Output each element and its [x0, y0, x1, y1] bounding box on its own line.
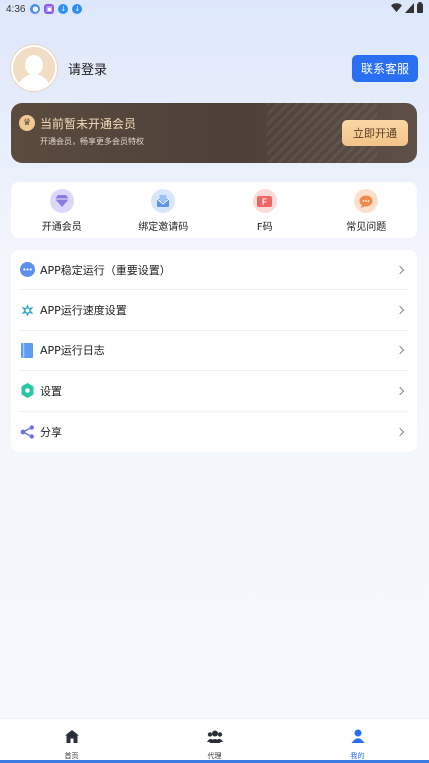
quick-item-faq[interactable]: 常见问题 [316, 182, 418, 238]
chevron-right-icon [395, 346, 405, 355]
diamond-icon [49, 189, 74, 213]
share-icon [19, 424, 35, 440]
log-book-icon [19, 342, 35, 358]
question-icon [354, 189, 379, 213]
menu-label: 设置 [40, 384, 62, 398]
svg-text:F: F [262, 197, 267, 206]
nav-tab-home[interactable]: 首页 [0, 719, 143, 763]
group-icon [206, 728, 223, 747]
menu-item-settings[interactable]: 设置 [19, 371, 407, 412]
speed-icon [19, 302, 35, 318]
signal-icon [405, 2, 414, 16]
download-icon: ↓ [72, 4, 83, 14]
ticket-icon: F [252, 189, 277, 213]
chevron-right-icon [395, 427, 405, 436]
open-vip-button[interactable]: 立即开通 [342, 120, 408, 146]
avatar[interactable] [11, 45, 57, 91]
envelope-icon [151, 189, 176, 213]
settings-icon [19, 383, 35, 399]
menu-item-log[interactable]: APP运行日志 [19, 331, 407, 372]
menu-item-stable-run[interactable]: APP稳定运行（重要设置） [19, 250, 407, 291]
download-icon: ↓ [58, 4, 69, 14]
chevron-right-icon [395, 386, 405, 396]
home-icon [64, 728, 79, 747]
menu-label: APP运行速度设置 [40, 304, 127, 318]
notification-icon: ● [30, 4, 41, 14]
dots-icon [19, 262, 35, 278]
status-right-icons [391, 2, 423, 16]
status-time: 4:36 [6, 3, 26, 15]
quick-actions: 开通会员 绑定邀请码 F F码 常见问题 [11, 182, 417, 238]
avatar-shoulders [18, 74, 50, 89]
menu-label: 分享 [40, 425, 62, 439]
chevron-right-icon [395, 305, 405, 315]
avatar-head [25, 55, 43, 75]
quick-label: 常见问题 [346, 222, 387, 233]
nav-tab-agent[interactable]: 代理 [143, 719, 286, 763]
calendar-icon: ▣ [44, 4, 55, 14]
settings-menu: APP稳定运行（重要设置） APP运行速度设置 APP运行日志 设置 分享 [11, 250, 417, 452]
menu-label: APP运行日志 [40, 344, 105, 358]
user-icon [351, 728, 365, 747]
menu-label: APP稳定运行（重要设置） [40, 263, 171, 277]
menu-item-share[interactable]: 分享 [19, 412, 407, 452]
menu-item-speed[interactable]: APP运行速度设置 [19, 290, 407, 331]
status-bar: 4:36 ● ▣ ↓ ↓ [0, 0, 429, 18]
quick-label: 开通会员 [41, 222, 82, 233]
battery-icon [417, 2, 423, 16]
contact-support-button[interactable]: 联系客服 [352, 55, 418, 82]
bottom-navigation: 首页 代理 我的 [0, 718, 429, 763]
quick-item-f-code[interactable]: F F码 [214, 182, 316, 238]
quick-label: 绑定邀请码 [138, 222, 189, 233]
login-link[interactable]: 请登录 [68, 59, 107, 78]
wifi-icon [391, 2, 402, 16]
profile-header[interactable]: 请登录 [11, 45, 107, 91]
quick-item-invite-code[interactable]: 绑定邀请码 [113, 182, 215, 238]
quick-label: F码 [256, 222, 273, 233]
nav-tab-mine[interactable]: 我的 [286, 719, 429, 763]
crown-icon: ♛ [19, 115, 35, 131]
quick-item-vip[interactable]: 开通会员 [11, 182, 113, 238]
vip-title: 当前暂未开通会员 [40, 117, 137, 131]
chevron-right-icon [395, 265, 405, 274]
vip-subtitle: 开通会员，畅享更多会员特权 [40, 137, 144, 146]
